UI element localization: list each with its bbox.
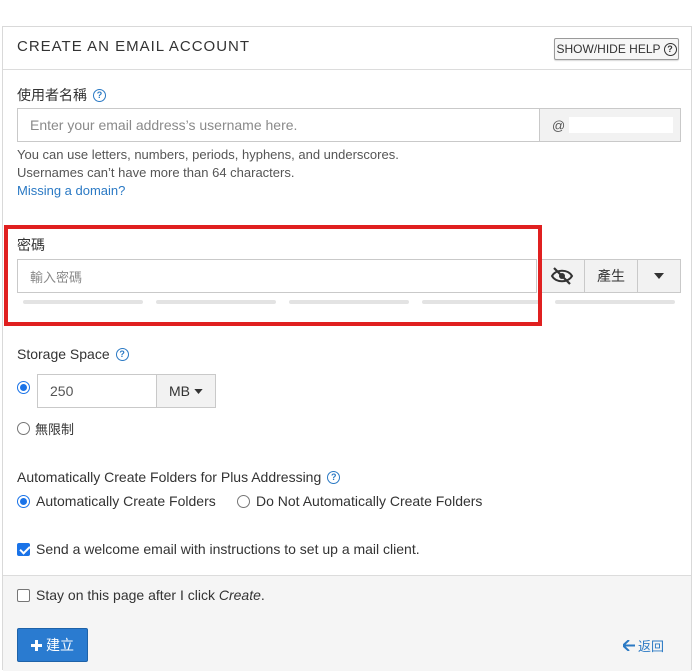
username-help-line1: You can use letters, numbers, periods, h… bbox=[17, 147, 399, 162]
panel-header: CREATE AN EMAIL ACCOUNT SHOW/HIDE HELP ? bbox=[3, 27, 691, 70]
plus-addressing-auto-label: Automatically Create Folders bbox=[36, 493, 216, 509]
stay-on-page-checkbox[interactable] bbox=[17, 588, 30, 602]
username-placeholder: Enter your email address’s username here… bbox=[30, 117, 298, 133]
form-footer: Stay on this page after I click Create. … bbox=[3, 575, 691, 671]
create-button-label: 建立 bbox=[46, 637, 74, 653]
show-hide-help-button[interactable]: SHOW/HIDE HELP ? bbox=[554, 38, 679, 60]
password-highlight-box bbox=[4, 225, 542, 326]
strength-segment-5 bbox=[555, 300, 675, 304]
arrow-left-icon bbox=[623, 640, 635, 651]
question-icon: ? bbox=[663, 42, 677, 56]
back-link[interactable]: 返回 bbox=[623, 636, 664, 655]
stay-label-prefix: Stay on this page after I click bbox=[36, 587, 219, 603]
storage-unlimited-option[interactable]: 無限制 bbox=[17, 419, 74, 438]
username-input[interactable]: Enter your email address’s username here… bbox=[17, 108, 540, 142]
generate-label: 產生 bbox=[597, 268, 625, 284]
plus-addressing-no-auto-radio[interactable] bbox=[237, 494, 250, 508]
email-account-panel: CREATE AN EMAIL ACCOUNT SHOW/HIDE HELP ?… bbox=[2, 26, 692, 671]
plus-addressing-no-auto-label: Do Not Automatically Create Folders bbox=[256, 493, 483, 509]
plus-addressing-help-icon[interactable]: ? bbox=[327, 470, 341, 484]
storage-unit: MB bbox=[169, 383, 190, 399]
plus-addressing-auto-option[interactable]: Automatically Create Folders bbox=[17, 493, 216, 509]
storage-value: 250 bbox=[50, 383, 74, 399]
plus-addressing-auto-radio[interactable] bbox=[17, 494, 30, 508]
storage-help-icon[interactable]: ? bbox=[115, 347, 129, 361]
username-label-row: 使用者名稱 ? bbox=[17, 85, 106, 105]
eye-slash-icon bbox=[550, 267, 574, 285]
storage-unit-dropdown[interactable]: MB bbox=[156, 374, 216, 408]
page-title: CREATE AN EMAIL ACCOUNT bbox=[17, 38, 251, 55]
missing-domain-link[interactable]: Missing a domain? bbox=[17, 182, 399, 200]
welcome-email-checkbox[interactable] bbox=[17, 542, 30, 556]
stay-label-emphasis: Create bbox=[218, 587, 261, 603]
domain-redacted bbox=[569, 117, 674, 133]
domain-addon[interactable]: @ bbox=[539, 108, 681, 142]
storage-unlimited-label: 無限制 bbox=[35, 422, 75, 437]
plus-addressing-label-row: Automatically Create Folders for Plus Ad… bbox=[17, 469, 341, 485]
help-button-label: SHOW/HIDE HELP bbox=[556, 42, 661, 56]
plus-icon bbox=[31, 639, 42, 651]
storage-label: Storage Space bbox=[17, 346, 110, 362]
plus-addressing-label: Automatically Create Folders for Plus Ad… bbox=[17, 469, 322, 485]
back-link-label: 返回 bbox=[638, 639, 665, 654]
username-help-line2: Usernames can’t have more than 64 charac… bbox=[17, 165, 295, 180]
storage-quota-input[interactable]: 250 bbox=[37, 374, 157, 408]
storage-unlimited-radio[interactable] bbox=[17, 422, 30, 435]
generate-password-button[interactable]: 產生 bbox=[584, 259, 638, 293]
username-help-icon[interactable]: ? bbox=[93, 88, 106, 102]
caret-down-icon bbox=[194, 388, 203, 394]
plus-addressing-no-auto-option[interactable]: Do Not Automatically Create Folders bbox=[237, 493, 482, 509]
welcome-email-option[interactable]: Send a welcome email with instructions t… bbox=[17, 541, 420, 557]
username-help-text: You can use letters, numbers, periods, h… bbox=[17, 146, 399, 200]
storage-label-row: Storage Space ? bbox=[17, 346, 129, 362]
stay-label-suffix: . bbox=[260, 587, 265, 603]
storage-limited-radio[interactable] bbox=[17, 380, 30, 394]
caret-down-icon bbox=[654, 273, 664, 279]
toggle-password-visibility-button[interactable] bbox=[539, 259, 585, 293]
create-button[interactable]: 建立 bbox=[17, 628, 88, 662]
welcome-email-label: Send a welcome email with instructions t… bbox=[36, 541, 420, 557]
stay-on-page-label: Stay on this page after I click Create. bbox=[36, 587, 265, 603]
domain-at-sign: @ bbox=[552, 117, 566, 133]
stay-on-page-option[interactable]: Stay on this page after I click Create. bbox=[17, 587, 265, 603]
generate-options-dropdown[interactable] bbox=[637, 259, 681, 293]
username-label: 使用者名稱 bbox=[17, 87, 87, 103]
